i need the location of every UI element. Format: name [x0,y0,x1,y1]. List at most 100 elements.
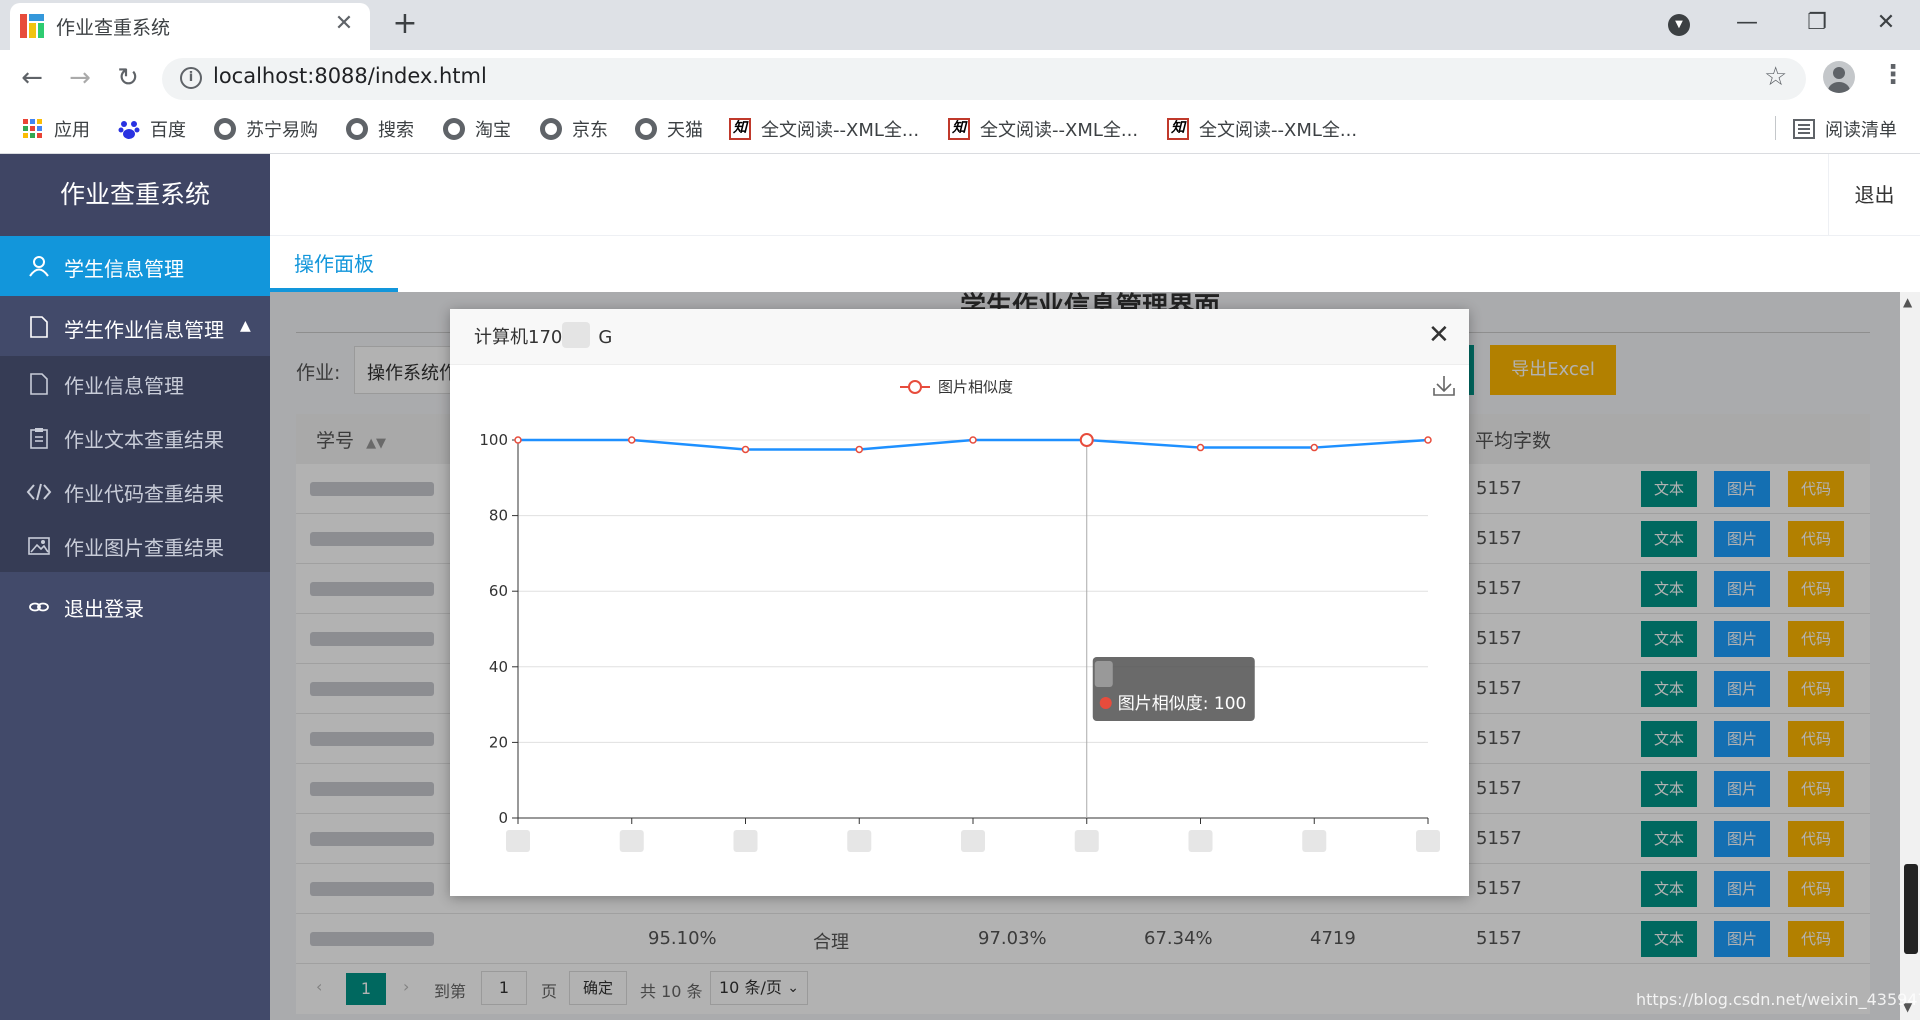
bookmark-label: 全文阅读--XML全... [1199,120,1358,141]
data-point [1310,443,1318,452]
redacted-x-label [1302,830,1327,852]
restore-icon[interactable]: ❐ [1797,8,1837,38]
bookmark-label: 苏宁易购 [246,120,318,141]
sidebar-item-label: 作业代码查重结果 [64,482,224,506]
profile-avatar[interactable] [1823,61,1855,93]
site-info-icon[interactable]: i [180,67,202,89]
redacted-x-label [1074,830,1099,852]
sidebar-item-label: 作业信息管理 [64,374,184,398]
tab-operation-panel[interactable]: 操作面板 [270,236,398,292]
data-point [1424,436,1432,444]
app-favicon-icon [20,14,44,38]
bookmark-jd[interactable]: 京东 [540,114,608,144]
bookmark-label: 全文阅读--XML全... [980,120,1139,141]
line-chart: 0 20 40 60 80 100 图片相似度 图片相似度: 100 [450,365,1469,896]
bookmark-label: 搜索 [378,120,414,141]
data-point [741,445,750,454]
link-icon [28,596,50,618]
redacted-text [562,322,590,348]
reading-list-label: 阅读清单 [1825,120,1897,141]
globe-icon [540,118,562,140]
image-icon [28,535,50,557]
data-point [1196,443,1205,452]
window-close-icon[interactable]: ✕ [1866,8,1906,38]
redacted-x-label [961,830,985,852]
legend-marker [908,380,922,394]
document-icon [28,373,50,395]
data-point [514,436,522,444]
scroll-thumb[interactable] [1904,864,1918,954]
new-tab-icon[interactable]: + [390,9,420,40]
redacted-x-label [506,830,530,852]
app-title: 作业查重系统 [0,154,270,236]
data-point [855,445,863,454]
url-text[interactable]: localhost:8088/index.html [213,64,487,88]
bookmark-label: 应用 [54,120,90,141]
sidebar-item-label: 作业文本查重结果 [64,428,224,452]
data-point [1079,433,1094,447]
back-icon[interactable]: ← [14,60,50,96]
reload-icon[interactable]: ↻ [110,60,146,96]
sidebar-group-label: 学生作业信息管理 [64,318,224,342]
data-point [628,436,636,444]
chart-svg: 0 20 40 60 80 100 图片相似度图片相似度: 100 [479,376,1455,852]
document-icon [28,316,50,338]
minimize-icon[interactable]: — [1727,8,1767,38]
globe-icon [443,118,465,140]
logout-button[interactable]: 退出 [1828,154,1920,236]
code-icon [26,481,52,503]
y-tick-label: 20 [489,733,508,751]
bookmark-baidu[interactable]: 百度 [118,114,186,144]
bookmark-taobao[interactable]: 淘宝 [443,114,511,144]
modal-close-icon[interactable]: ✕ [1428,322,1450,348]
sidebar-item-label: 作业图片查重结果 [64,536,224,560]
browser-menu-icon[interactable]: ⋮ [1880,60,1906,90]
scroll-up-icon[interactable]: ▲ [1903,295,1912,309]
tab-bar [270,236,1920,292]
clipboard-icon [28,427,50,449]
sidebar-item-label: 退出登录 [64,597,144,621]
redacted-text [1094,661,1113,687]
modal-title-prefix: 计算机170 [474,327,563,348]
bookmark-search[interactable]: 搜索 [346,114,414,144]
y-tick-label: 100 [479,431,508,449]
tab-title: 作业查重系统 [56,17,171,39]
bookmark-cnki-1[interactable]: 知 全文阅读--XML全... [729,114,919,144]
globe-icon [214,118,236,140]
watermark: https://blog.csdn.net/weixin_4359475 [1636,990,1920,1009]
bookmark-apps[interactable]: 应用 [22,114,90,144]
tab-search-icon[interactable]: ▼ [1668,14,1690,36]
tooltip-marker [1099,697,1112,709]
tooltip-label: 图片相似度: 100 [1118,694,1247,714]
tab-close-icon[interactable]: ✕ [330,10,358,38]
modal-title: 计算机170 G [474,323,612,349]
zhi-icon: 知 [948,118,970,140]
main-header [270,154,1920,236]
reading-list[interactable]: 阅读清单 [1793,114,1897,144]
redacted-x-label [733,830,758,852]
bookmark-label: 淘宝 [475,120,511,141]
bookmark-label: 百度 [150,120,186,141]
bookmark-cnki-3[interactable]: 知 全文阅读--XML全... [1167,114,1357,144]
y-tick-label: 0 [498,809,508,827]
bookmark-suning[interactable]: 苏宁易购 [214,114,318,144]
bookmark-tmall[interactable]: 天猫 [635,114,703,144]
download-icon[interactable] [1433,376,1455,396]
bookmark-label: 全文阅读--XML全... [761,120,920,141]
caret-up-icon: ▲ [240,318,251,334]
bookmark-star-icon[interactable]: ☆ [1764,62,1787,92]
y-tick-label: 60 [489,582,508,600]
redacted-x-label [847,830,872,852]
data-point [969,436,977,444]
redacted-x-label [1188,830,1213,852]
modal-title-suffix: G [598,327,613,348]
bookmark-label: 天猫 [667,120,703,141]
forward-icon[interactable]: → [62,60,98,96]
legend-label: 图片相似度 [938,378,1013,396]
sidebar-item-label: 学生信息管理 [64,257,184,281]
globe-icon [346,118,368,140]
user-icon [28,255,50,277]
zhi-icon: 知 [729,118,751,140]
reading-list-icon [1793,118,1815,140]
bookmark-cnki-2[interactable]: 知 全文阅读--XML全... [948,114,1138,144]
